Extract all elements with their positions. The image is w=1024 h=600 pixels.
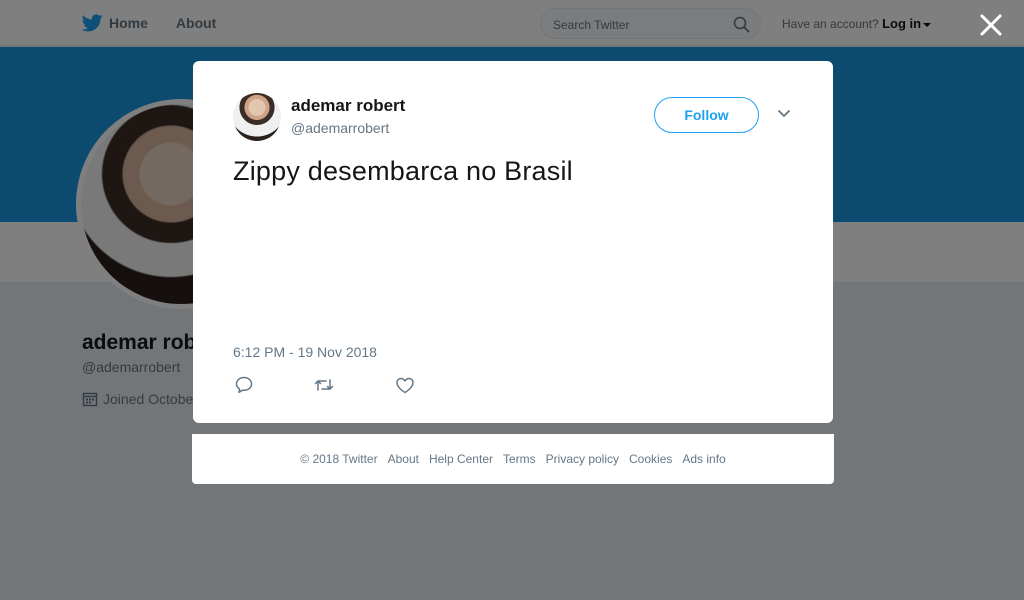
retweet-icon[interactable] [313, 375, 335, 395]
avatar[interactable] [233, 93, 281, 141]
footer-link-ads-info[interactable]: Ads info [682, 452, 725, 466]
footer-link-privacy-policy[interactable]: Privacy policy [546, 452, 619, 466]
footer-link-cookies[interactable]: Cookies [629, 452, 672, 466]
tweet-modal: ademar robert @ademarrobert Follow Zippy… [193, 61, 833, 423]
tweet-author-handle[interactable]: @ademarrobert [291, 120, 389, 136]
chevron-down-icon[interactable] [777, 109, 791, 119]
like-icon[interactable] [394, 375, 416, 395]
modal-footer: © 2018 Twitter About Help Center Terms P… [192, 434, 834, 484]
tweet-author-name[interactable]: ademar robert [291, 96, 405, 116]
footer-link-help-center[interactable]: Help Center [429, 452, 493, 466]
tweet-timestamp[interactable]: 6:12 PM - 19 Nov 2018 [233, 344, 377, 360]
follow-button[interactable]: Follow [654, 97, 759, 133]
tweet-text: Zippy desembarca no Brasil [233, 156, 573, 186]
close-icon[interactable] [978, 12, 1004, 38]
reply-icon[interactable] [233, 375, 255, 395]
footer-link-terms[interactable]: Terms [503, 452, 536, 466]
footer-copyright: © 2018 Twitter [300, 452, 378, 466]
footer-link-about[interactable]: About [388, 452, 419, 466]
